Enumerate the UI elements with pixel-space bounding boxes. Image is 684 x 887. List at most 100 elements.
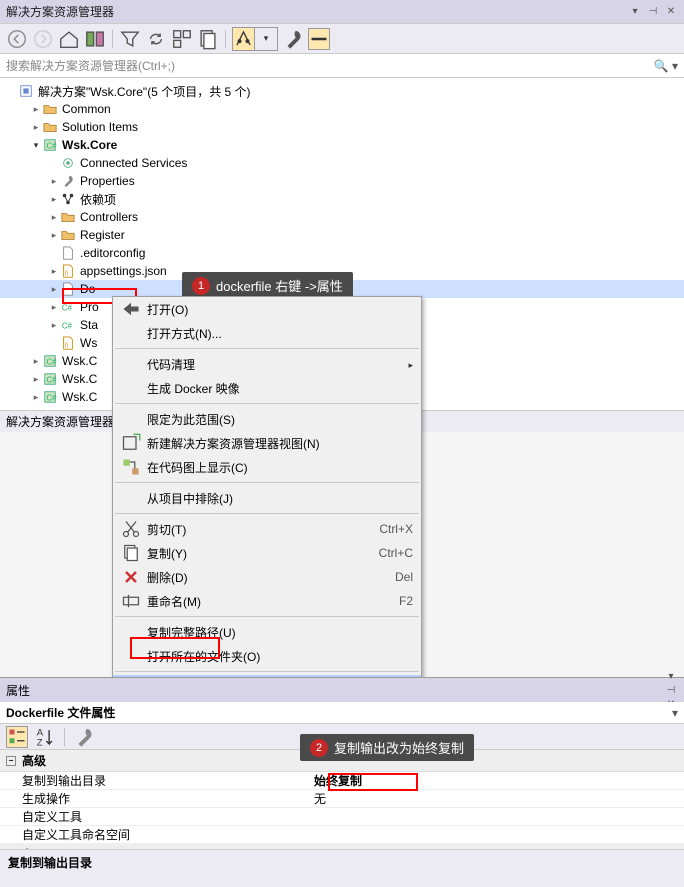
menu-item[interactable]: 打开方式(N)...	[113, 321, 421, 345]
prop-row[interactable]: 复制到输出目录始终复制	[0, 772, 684, 790]
dep-icon	[60, 191, 76, 207]
tree-node[interactable]: 依赖项	[0, 190, 684, 208]
json-icon: {}	[60, 263, 76, 279]
preview-button[interactable]	[308, 28, 330, 50]
prop-pin-icon[interactable]: ⊣	[664, 683, 678, 697]
prop-value[interactable]: 始终复制	[310, 772, 684, 789]
svg-text:C#: C#	[47, 394, 58, 403]
menu-item-label: 限定为此范围(S)	[141, 411, 353, 428]
csproj-icon: C#	[42, 389, 58, 405]
tree-node[interactable]: C#Wsk.Core	[0, 136, 684, 154]
view-mode-2-button[interactable]: ▾	[255, 28, 277, 50]
menu-item[interactable]: 剪切(T)Ctrl+X	[113, 517, 421, 541]
solution-root[interactable]: 解决方案"Wsk.Core"(5 个项目，共 5 个)	[0, 82, 684, 100]
svg-text:C#: C#	[62, 322, 73, 331]
alphabetical-button[interactable]: AZ	[34, 726, 56, 748]
prop-value[interactable]	[310, 826, 684, 843]
copy-icon	[121, 543, 141, 563]
svg-text:C#: C#	[47, 142, 58, 151]
tree-node-label: Do	[80, 282, 95, 296]
expand-arrow-icon[interactable]	[48, 266, 60, 277]
tree-node[interactable]: Controllers	[0, 208, 684, 226]
menu-item-label: 打开方式(N)...	[141, 325, 353, 342]
annotation-tooltip-2: 2 复制输出改为始终复制	[300, 734, 474, 761]
menu-item[interactable]: 复制(Y)Ctrl+C	[113, 541, 421, 565]
menu-item[interactable]: 从项目中排除(J)	[113, 486, 421, 510]
expand-arrow-icon[interactable]	[48, 194, 60, 205]
categorized-button[interactable]	[6, 726, 28, 748]
menu-item[interactable]: 在代码图上显示(C)	[113, 455, 421, 479]
annotation-tooltip-1: 1 dockerfile 右键 ->属性	[182, 272, 353, 299]
expand-arrow-icon[interactable]	[30, 392, 42, 403]
folder-icon	[42, 101, 58, 117]
prop-dropdown-icon[interactable]: ▾	[664, 669, 678, 683]
menu-item[interactable]: 生成 Docker 映像	[113, 376, 421, 400]
tab-solution-explorer[interactable]: 解决方案资源管理器	[6, 413, 114, 430]
sync-button[interactable]	[145, 28, 167, 50]
properties-header: 属性 ▾ ⊣ ✕	[0, 678, 684, 702]
expand-arrow-icon[interactable]	[48, 284, 60, 295]
prop-row[interactable]: 生成操作无	[0, 790, 684, 808]
properties-grid[interactable]: −高级复制到输出目录始终复制生成操作无自定义工具自定义工具命名空间−杂项	[0, 750, 684, 849]
tree-node[interactable]: Register	[0, 226, 684, 244]
expand-arrow-icon[interactable]	[48, 230, 60, 241]
prop-name: 复制到输出目录	[0, 772, 310, 789]
properties-button[interactable]	[282, 28, 304, 50]
view-mode-1-button[interactable]	[233, 28, 255, 50]
back-button[interactable]	[6, 28, 28, 50]
expand-arrow-icon[interactable]	[48, 302, 60, 313]
menu-item[interactable]: 代码清理	[113, 352, 421, 376]
expand-arrow-icon[interactable]	[48, 212, 60, 223]
context-menu[interactable]: 打开(O) 打开方式(N)... 代码清理生成 Docker 映像限定为此范围(S)…	[112, 296, 422, 700]
menu-separator	[115, 513, 419, 514]
collapse-icon[interactable]: −	[6, 756, 16, 766]
menu-separator	[115, 671, 419, 672]
tree-node[interactable]: Connected Services	[0, 154, 684, 172]
folder-icon	[42, 119, 58, 135]
menu-item[interactable]: 重命名(M)F2	[113, 589, 421, 613]
tree-node[interactable]: .editorconfig	[0, 244, 684, 262]
home-button[interactable]	[58, 28, 80, 50]
prop-row[interactable]: 自定义工具	[0, 808, 684, 826]
prop-sub-dropdown-icon[interactable]: ▾	[672, 706, 678, 720]
switch-view-button[interactable]	[84, 28, 106, 50]
menu-item[interactable]: 复制完整路径(U)	[113, 620, 421, 644]
collapse-button[interactable]	[171, 28, 193, 50]
pin-icon[interactable]: ⊣	[646, 5, 660, 19]
expand-arrow-icon[interactable]	[30, 140, 42, 151]
prop-wrench-button[interactable]	[73, 726, 95, 748]
folder-icon	[60, 227, 76, 243]
expand-arrow-icon[interactable]	[30, 374, 42, 385]
expand-arrow-icon[interactable]	[30, 356, 42, 367]
menu-item[interactable]: 打开(O)	[113, 297, 421, 321]
menu-item-label: 剪切(T)	[141, 521, 353, 538]
expand-arrow-icon[interactable]	[48, 176, 60, 187]
close-icon[interactable]: ✕	[664, 5, 678, 19]
dropdown-icon[interactable]: ▾	[628, 5, 642, 19]
search-bar[interactable]: 搜索解决方案资源管理器(Ctrl+;) 🔍 ▾	[0, 54, 684, 78]
csproj-icon: C#	[42, 137, 58, 153]
expand-arrow-icon[interactable]	[30, 104, 42, 115]
menu-item[interactable]: 删除(D)Del	[113, 565, 421, 589]
menu-item-shortcut: Del	[353, 570, 413, 584]
prop-row[interactable]: 自定义工具命名空间	[0, 826, 684, 844]
prop-value[interactable]: 无	[310, 790, 684, 807]
menu-item[interactable]: 打开所在的文件夹(O)	[113, 644, 421, 668]
search-icon[interactable]: 🔍 ▾	[654, 59, 678, 73]
menu-item-shortcut	[353, 357, 413, 371]
expand-arrow-icon[interactable]	[48, 320, 60, 331]
tree-node[interactable]: Properties	[0, 172, 684, 190]
menu-item-label: 生成 Docker 映像	[141, 380, 353, 397]
tree-node-label: Pro	[80, 300, 99, 314]
show-all-button[interactable]	[197, 28, 219, 50]
tree-node[interactable]: Common	[0, 100, 684, 118]
filter-button[interactable]	[119, 28, 141, 50]
forward-button[interactable]	[32, 28, 54, 50]
expand-arrow-icon[interactable]	[30, 122, 42, 133]
menu-item[interactable]: 新建解决方案资源管理器视图(N)	[113, 431, 421, 455]
menu-item[interactable]: 限定为此范围(S)	[113, 407, 421, 431]
solution-icon	[18, 83, 34, 99]
prop-value[interactable]	[310, 808, 684, 825]
tree-node[interactable]: Solution Items	[0, 118, 684, 136]
tree-node-label: Common	[62, 102, 111, 116]
